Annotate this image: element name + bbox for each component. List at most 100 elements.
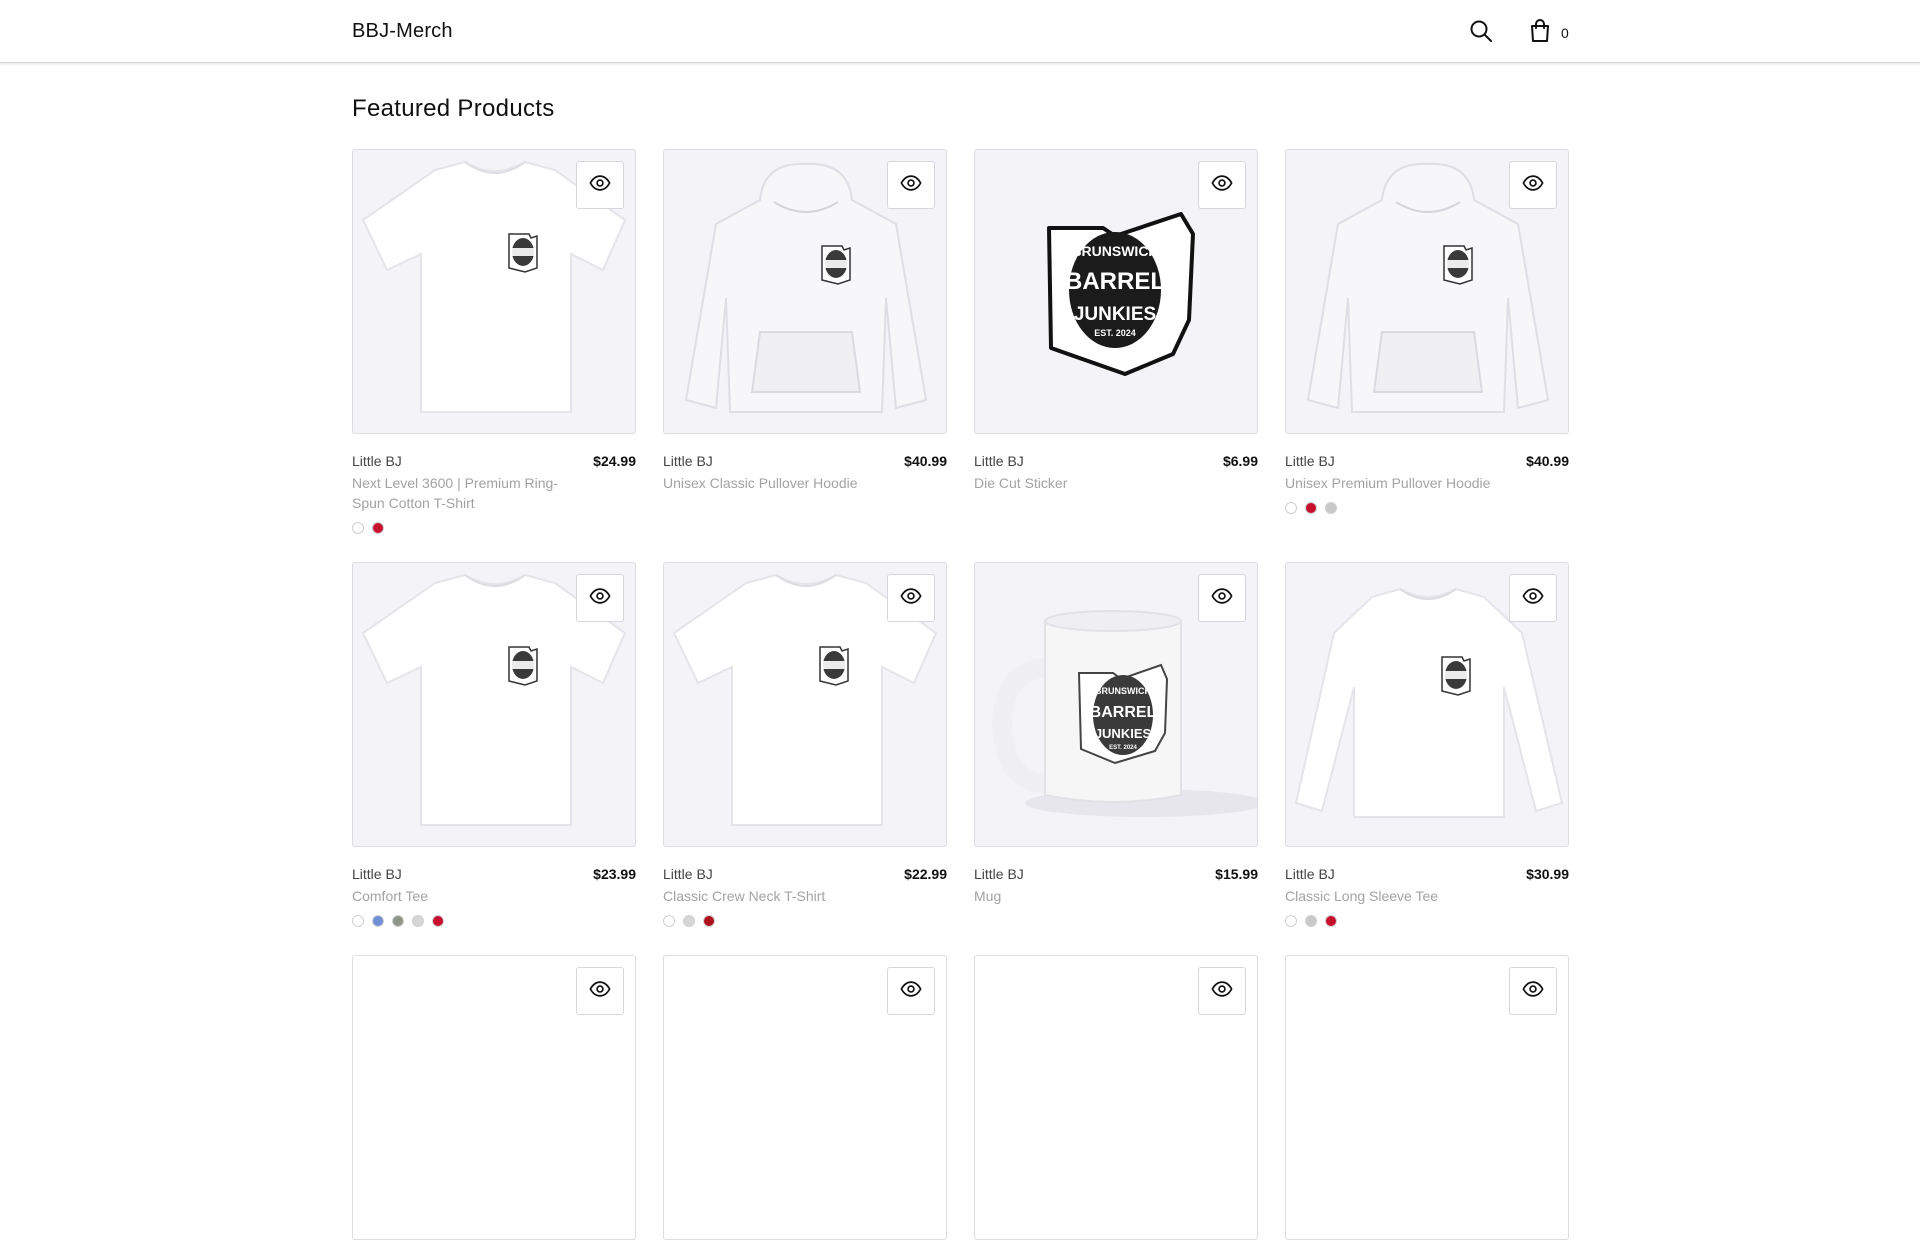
product-image[interactable] <box>1285 562 1569 847</box>
eye-icon <box>1522 172 1544 199</box>
eye-icon <box>589 978 611 1005</box>
quick-view-button[interactable] <box>1198 161 1246 209</box>
brand-logo[interactable]: BBJ-Merch <box>352 20 453 43</box>
product-image[interactable] <box>663 562 947 847</box>
color-swatch[interactable] <box>1325 915 1337 927</box>
product-price: $15.99 <box>1215 866 1258 882</box>
product-image[interactable] <box>663 149 947 434</box>
product-vendor: Little BJ <box>1285 453 1335 469</box>
eye-icon <box>1211 172 1233 199</box>
mug-text-line: BARREL <box>1090 704 1157 721</box>
product-card[interactable]: BRUNSWICK BARREL JUNKIES EST. 2024 Littl… <box>974 562 1258 906</box>
color-swatch[interactable] <box>1285 915 1297 927</box>
quick-view-button[interactable] <box>1509 161 1557 209</box>
sticker-text-line: BRUNSWICK <box>1071 243 1158 259</box>
color-swatches <box>352 522 636 534</box>
product-vendor: Little BJ <box>663 453 713 469</box>
quick-view-button[interactable] <box>1509 967 1557 1015</box>
color-swatch[interactable] <box>1305 502 1317 514</box>
eye-icon <box>1522 585 1544 612</box>
product-meta: Little BJ $6.99 <box>974 453 1258 473</box>
mug-text-line: EST. 2024 <box>1109 745 1137 751</box>
quick-view-button[interactable] <box>887 574 935 622</box>
quick-view-button[interactable] <box>1509 574 1557 622</box>
product-meta: Little BJ $22.99 <box>663 866 947 886</box>
product-image[interactable] <box>1285 149 1569 434</box>
product-card[interactable] <box>974 955 1258 1240</box>
product-vendor: Little BJ <box>352 453 402 469</box>
product-image[interactable] <box>352 149 636 434</box>
eye-icon <box>1522 978 1544 1005</box>
color-swatch[interactable] <box>372 915 384 927</box>
quick-view-button[interactable] <box>1198 967 1246 1015</box>
product-vendor: Little BJ <box>1285 866 1335 882</box>
product-card[interactable] <box>1285 955 1569 1240</box>
color-swatch[interactable] <box>1285 502 1297 514</box>
product-price: $6.99 <box>1222 453 1258 469</box>
product-image[interactable]: BRUNSWICK BARREL JUNKIES EST. 2024 <box>974 149 1258 434</box>
color-swatch[interactable] <box>412 915 424 927</box>
cart-count: 0 <box>1561 25 1569 41</box>
product-meta: Little BJ $15.99 <box>974 866 1258 886</box>
color-swatch[interactable] <box>1305 915 1317 927</box>
quick-view-button[interactable] <box>1198 574 1246 622</box>
eye-icon <box>900 585 922 612</box>
product-card[interactable]: Little BJ $22.99 Classic Crew Neck T-Shi… <box>663 562 947 927</box>
product-title[interactable]: Mug <box>974 886 1204 906</box>
eye-icon <box>900 172 922 199</box>
color-swatch[interactable] <box>352 522 364 534</box>
product-price: $24.99 <box>593 453 636 469</box>
color-swatch[interactable] <box>703 915 715 927</box>
search-icon[interactable] <box>1469 19 1495 45</box>
product-card[interactable]: Little BJ $40.99 Unisex Premium Pullover… <box>1285 149 1569 514</box>
product-image[interactable] <box>663 955 947 1240</box>
section-title: Featured Products <box>352 95 555 122</box>
product-meta: Little BJ $40.99 <box>1285 453 1569 473</box>
product-title[interactable]: Classic Long Sleeve Tee <box>1285 886 1515 906</box>
quick-view-button[interactable] <box>576 574 624 622</box>
quick-view-button[interactable] <box>887 161 935 209</box>
sticker-text-line: JUNKIES <box>1074 304 1156 325</box>
product-meta: Little BJ $23.99 <box>352 866 636 886</box>
product-title[interactable]: Unisex Premium Pullover Hoodie <box>1285 473 1515 493</box>
color-swatch[interactable] <box>683 915 695 927</box>
color-swatch[interactable] <box>352 915 364 927</box>
product-card[interactable]: Little BJ $40.99 Unisex Classic Pullover… <box>663 149 947 493</box>
quick-view-button[interactable] <box>887 967 935 1015</box>
product-vendor: Little BJ <box>663 866 713 882</box>
product-image[interactable]: BRUNSWICK BARREL JUNKIES EST. 2024 <box>974 562 1258 847</box>
quick-view-button[interactable] <box>576 967 624 1015</box>
color-swatches <box>1285 915 1569 927</box>
product-title[interactable]: Classic Crew Neck T-Shirt <box>663 886 893 906</box>
mug-text-line: BRUNSWICK <box>1095 686 1151 696</box>
color-swatch[interactable] <box>392 915 404 927</box>
shopping-bag-icon <box>1531 19 1549 42</box>
product-title[interactable]: Comfort Tee <box>352 886 582 906</box>
sticker-text-line: EST. 2024 <box>1094 328 1136 338</box>
product-meta: Little BJ $40.99 <box>663 453 947 473</box>
product-card[interactable]: Little BJ $30.99 Classic Long Sleeve Tee <box>1285 562 1569 927</box>
product-image[interactable] <box>1285 955 1569 1240</box>
product-meta: Little BJ $30.99 <box>1285 866 1569 886</box>
product-card[interactable]: BRUNSWICK BARREL JUNKIES EST. 2024 Littl… <box>974 149 1258 493</box>
color-swatch[interactable] <box>372 522 384 534</box>
mug-text-line: JUNKIES <box>1095 726 1152 741</box>
product-card[interactable] <box>352 955 636 1240</box>
product-title[interactable]: Die Cut Sticker <box>974 473 1204 493</box>
quick-view-button[interactable] <box>576 161 624 209</box>
product-image[interactable] <box>974 955 1258 1240</box>
product-card[interactable]: Little BJ $23.99 Comfort Tee <box>352 562 636 927</box>
product-title[interactable]: Unisex Classic Pullover Hoodie <box>663 473 893 493</box>
cart-button[interactable]: 0 <box>1525 18 1573 46</box>
product-image[interactable] <box>352 955 636 1240</box>
color-swatches <box>352 915 636 927</box>
color-swatch[interactable] <box>432 915 444 927</box>
color-swatch[interactable] <box>1325 502 1337 514</box>
product-title[interactable]: Next Level 3600 | Premium Ring-Spun Cott… <box>352 473 582 513</box>
eye-icon <box>589 172 611 199</box>
product-card[interactable] <box>663 955 947 1240</box>
product-card[interactable]: Little BJ $24.99 Next Level 3600 | Premi… <box>352 149 636 534</box>
color-swatch[interactable] <box>663 915 675 927</box>
product-image[interactable] <box>352 562 636 847</box>
product-price: $30.99 <box>1526 866 1569 882</box>
